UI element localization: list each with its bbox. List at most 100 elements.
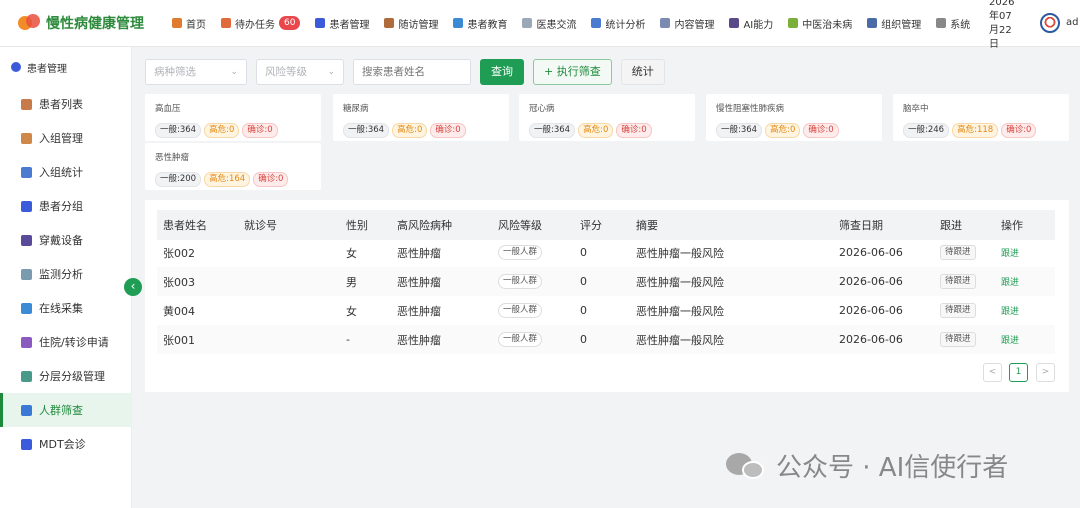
cell-action: 跟进: [1001, 238, 1019, 267]
high-risk-count-tag: 高危:118: [952, 123, 999, 138]
cell-text: 2026-06-06: [839, 304, 903, 317]
card-title: 恶性肿瘤: [155, 153, 190, 163]
risk-select[interactable]: 风险等级 ⌄: [256, 59, 344, 85]
table-row[interactable]: 张003 男 恶性肿瘤 一般人群 0 恶性肿瘤一般风险 2026-06-06 待跟进 跟进: [157, 267, 1055, 296]
watermark-text: 公众号 · AI信使行者: [776, 453, 1009, 483]
prev-page-button[interactable]: <: [983, 363, 1002, 382]
cell-text: 2026-06-06: [839, 275, 903, 288]
disease-stat-card[interactable]: 高血压 一般:364 高危:0 确诊:0: [145, 94, 321, 141]
cell-risk: 一般人群: [498, 267, 543, 296]
card-tags: 一般:246 高危:118 确诊:0: [903, 123, 1059, 138]
top-bar: 慢性病健康管理 首页 待办任务 60 患者管理 随访管理 患者教育 医患交流 统计分析 内容管理…: [0, 0, 1080, 47]
sidebar-group-patient[interactable]: 患者管理: [0, 47, 131, 87]
sidebar-item-2[interactable]: 入组统计: [0, 155, 131, 189]
cell-date: 2026-06-06: [839, 296, 903, 325]
cell-text: 女: [346, 304, 357, 318]
follow-up-link[interactable]: 跟进: [1001, 246, 1019, 259]
follow-up-link[interactable]: 跟进: [1001, 333, 1019, 346]
nav-item-label: 随访管理: [398, 19, 439, 31]
run-screening-button[interactable]: + 执行筛查: [533, 59, 612, 85]
cell-action: 跟进: [1001, 296, 1019, 325]
filter-bar: 病种筛选 ⌄ 风险等级 ⌄ 查询 + 执行筛查 统计: [145, 59, 674, 85]
nav-item-3[interactable]: 随访管理: [384, 16, 438, 31]
sidebar-item-3[interactable]: 患者分组: [0, 189, 131, 223]
collapse-sidebar-button[interactable]: ‹: [124, 278, 142, 296]
cell-text: 恶性肿瘤: [397, 304, 441, 318]
follow-up-link[interactable]: 跟进: [1001, 304, 1019, 317]
nav-item-2[interactable]: 患者管理: [315, 16, 369, 31]
user-icon: [315, 18, 326, 28]
table-row[interactable]: 黄004 女 恶性肿瘤 一般人群 0 恶性肿瘤一般风险 2026-06-06 待跟进 跟进: [157, 296, 1055, 325]
herb-icon: [788, 18, 799, 28]
nav-item-5[interactable]: 医患交流: [522, 16, 576, 31]
nav-item-label: 内容管理: [674, 19, 715, 31]
task-count-badge: 60: [279, 16, 301, 30]
nav-item-9[interactable]: 中医治未病: [788, 16, 852, 31]
app-logo[interactable]: 慢性病健康管理: [0, 12, 160, 34]
nav-item-1[interactable]: 待办任务 60: [221, 16, 301, 31]
cell-text: 张002: [163, 246, 195, 260]
wechat-icon: [726, 451, 766, 481]
cell-score: 0: [580, 296, 587, 325]
sidebar-item-8[interactable]: 分层分级管理: [0, 359, 131, 393]
nav-item-8[interactable]: AI能力: [729, 16, 773, 31]
nav-item-label: 组织管理: [881, 19, 922, 31]
sidebar-item-4[interactable]: 穿戴设备: [0, 223, 131, 257]
search-input[interactable]: [353, 59, 471, 85]
avatar[interactable]: [1040, 13, 1060, 33]
cell-follow: 待跟进: [940, 296, 976, 325]
disease-stat-card[interactable]: 慢性阻塞性肺疾病 一般:364 高危:0 确诊:0: [706, 94, 882, 141]
table-row[interactable]: 张001 - 恶性肿瘤 一般人群 0 恶性肿瘤一般风险 2026-06-06 待跟进 跟进: [157, 325, 1055, 354]
stats-button[interactable]: 统计: [620, 59, 665, 85]
sidebar-item-10[interactable]: MDT会诊: [0, 427, 131, 461]
sidebar-item-7[interactable]: 住院/转诊申请: [0, 325, 131, 359]
next-page-button[interactable]: >: [1036, 363, 1055, 382]
query-button[interactable]: 查询: [480, 59, 524, 85]
cell-disease: 恶性肿瘤: [397, 296, 441, 325]
nav-item-4[interactable]: 患者教育: [453, 16, 507, 31]
nav-item-label: 患者教育: [467, 19, 508, 31]
nav-item-7[interactable]: 内容管理: [660, 16, 714, 31]
disease-stat-card[interactable]: 恶性肿瘤 一般:200 高危:164 确诊:0: [145, 143, 321, 190]
user-icon: [11, 62, 21, 72]
sidebar-item-6[interactable]: 在线采集: [0, 291, 131, 325]
cell-text: 恶性肿瘤一般风险: [636, 333, 724, 347]
sidebar-item-1[interactable]: 入组管理: [0, 121, 131, 155]
cell-follow: 待跟进: [940, 325, 976, 354]
sidebar-item-0[interactable]: 患者列表: [0, 87, 131, 121]
disease-select[interactable]: 病种筛选 ⌄: [145, 59, 247, 85]
card-title: 脑卒中: [903, 104, 929, 114]
group-icon: [21, 200, 32, 212]
card-title: 高血压: [155, 104, 181, 114]
cell-risk: 一般人群: [498, 238, 543, 267]
sidebar-item-5[interactable]: 监测分析: [0, 257, 131, 291]
chevron-down-icon: ⌄: [230, 67, 238, 77]
column-header: 风险等级: [498, 219, 542, 232]
sidebar-item-9[interactable]: 人群筛查: [0, 393, 131, 427]
trend-icon: [21, 268, 32, 280]
cell-text: 恶性肿瘤: [397, 275, 441, 289]
follow-up-link[interactable]: 跟进: [1001, 275, 1019, 288]
disease-stat-card[interactable]: 冠心病 一般:364 高危:0 确诊:0: [519, 94, 695, 141]
disease-stat-card[interactable]: 脑卒中一般:246 高危:118 确诊:0: [893, 94, 1069, 141]
cell-text: 恶性肿瘤: [397, 333, 441, 347]
cell-gender: 男: [346, 267, 357, 296]
cell-text: 男: [346, 275, 357, 289]
sync-icon: [21, 302, 32, 314]
nav-item-10[interactable]: 组织管理: [867, 16, 921, 31]
nav-item-6[interactable]: 统计分析: [591, 16, 645, 31]
nav-item-0[interactable]: 首页: [172, 16, 206, 31]
table-row[interactable]: 张002 女 恶性肿瘤 一般人群 0 恶性肿瘤一般风险 2026-06-06 待跟进 跟进: [157, 238, 1055, 267]
cell-text: 黄004: [163, 304, 195, 318]
disease-stat-card[interactable]: 糖尿病 一般:364 高危:0 确诊:0: [333, 94, 509, 141]
risk-select-placeholder: 风险等级: [265, 66, 307, 78]
username[interactable]: ad: [1066, 17, 1078, 28]
nav-item-11[interactable]: 系统: [936, 16, 970, 31]
page-1-button[interactable]: 1: [1009, 363, 1028, 382]
date-line: 月22: [989, 25, 1012, 36]
cell-date: 2026-06-06: [839, 267, 903, 296]
cell-text: 张001: [163, 333, 195, 347]
cell-text: -: [346, 333, 350, 346]
cell-risk: 一般人群: [498, 325, 543, 354]
watermark: 公众号 · AI信使行者: [726, 447, 1008, 484]
